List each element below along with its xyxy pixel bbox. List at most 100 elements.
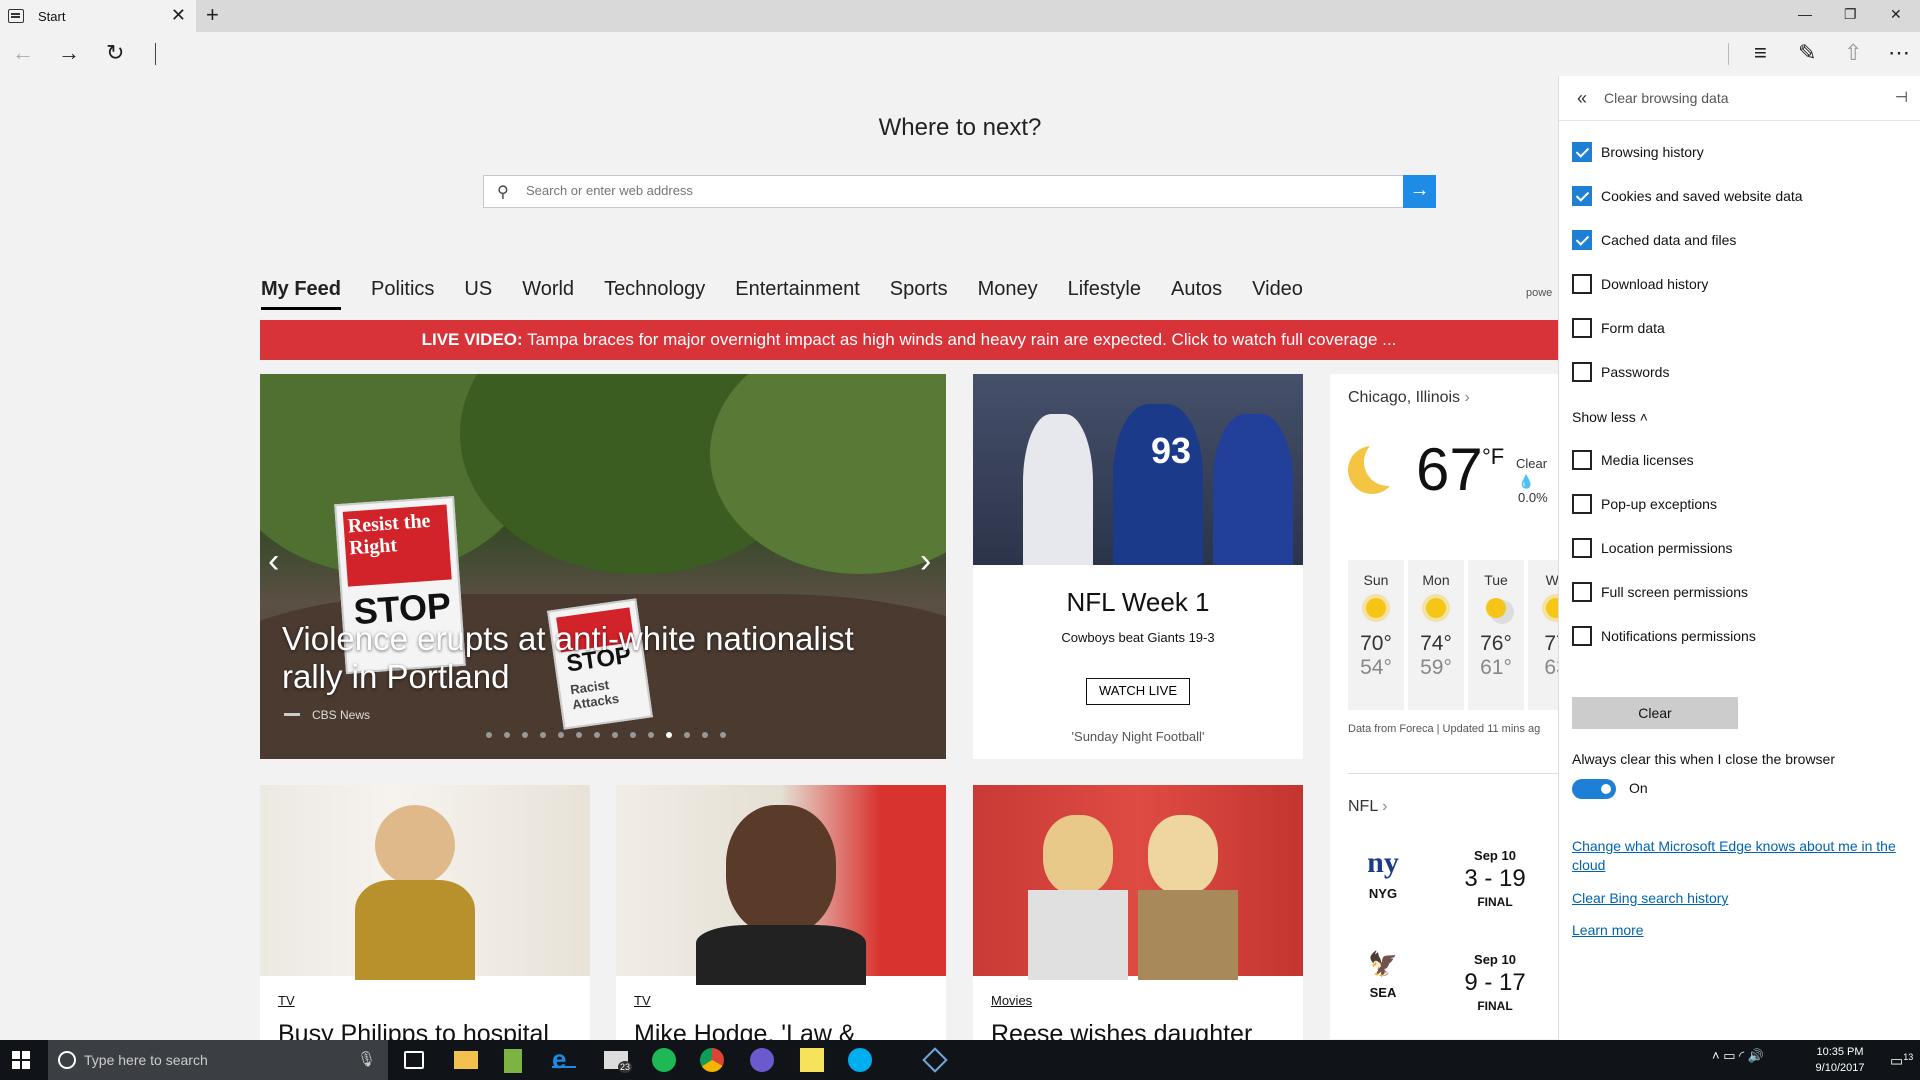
tab-us[interactable]: US bbox=[464, 278, 492, 312]
news-card[interactable]: TV Mike Hodge, 'Law & bbox=[616, 785, 946, 1040]
go-arrow-icon[interactable]: → bbox=[1403, 175, 1436, 208]
tab-start[interactable]: Start ✕ bbox=[0, 0, 196, 32]
card-category[interactable]: Movies bbox=[991, 993, 1032, 1008]
taskbar-search[interactable]: Type here to search 🎙 bbox=[48, 1040, 388, 1080]
microphone-icon[interactable]: 🎙 bbox=[357, 1050, 376, 1068]
game-score[interactable]: Sep 10 3 - 19 FINAL bbox=[1440, 848, 1550, 909]
back-chevron-icon[interactable]: « bbox=[1577, 88, 1587, 109]
clock[interactable]: 10:35 PM 9/10/2017 bbox=[1800, 1044, 1880, 1076]
tab-lifestyle[interactable]: Lifestyle bbox=[1068, 278, 1141, 312]
card-category[interactable]: TV bbox=[634, 993, 651, 1008]
option-fullscreen-permissions[interactable]: Full screen permissions bbox=[1572, 581, 1748, 603]
carousel-dot[interactable] bbox=[684, 732, 690, 738]
carousel-dot[interactable] bbox=[702, 732, 708, 738]
checkbox[interactable] bbox=[1572, 230, 1592, 250]
file-explorer-icon[interactable] bbox=[454, 1051, 478, 1069]
chrome-icon[interactable] bbox=[700, 1048, 724, 1072]
always-clear-toggle[interactable] bbox=[1572, 779, 1616, 799]
task-view-icon[interactable] bbox=[404, 1051, 424, 1069]
search-input[interactable] bbox=[524, 182, 1374, 199]
system-tray[interactable]: ˄ ▭ ◜ 🔊 bbox=[1712, 1048, 1764, 1064]
show-less-toggle[interactable]: Show less ˄ bbox=[1572, 409, 1648, 425]
tab-technology[interactable]: Technology bbox=[604, 278, 705, 312]
team-seahawks[interactable]: 🦅 SEA bbox=[1348, 950, 1418, 1000]
search-box[interactable]: ⚲ → bbox=[483, 175, 1436, 208]
forecast-day[interactable]: Tue 76° 61° bbox=[1468, 560, 1524, 710]
carousel-next-icon[interactable]: › bbox=[920, 544, 931, 578]
carousel-dot[interactable] bbox=[504, 732, 510, 738]
carousel-prev-icon[interactable]: ‹ bbox=[268, 544, 279, 578]
clear-bing-history-link[interactable]: Clear Bing search history bbox=[1572, 889, 1902, 908]
web-note-icon[interactable]: ✎ bbox=[1798, 42, 1816, 64]
nfl-card[interactable]: 93 NFL Week 1 Cowboys beat Giants 19-3 W… bbox=[973, 374, 1303, 759]
carousel-dot[interactable] bbox=[630, 732, 636, 738]
carousel-dot[interactable] bbox=[720, 732, 726, 738]
clear-button[interactable]: Clear bbox=[1572, 697, 1738, 729]
hub-icon[interactable]: ≡ bbox=[1754, 42, 1767, 64]
checkbox[interactable] bbox=[1572, 142, 1592, 162]
option-popup-exceptions[interactable]: Pop-up exceptions bbox=[1572, 493, 1717, 515]
back-icon[interactable]: ← bbox=[12, 42, 34, 64]
forward-icon[interactable]: → bbox=[58, 42, 80, 64]
virtualbox-icon[interactable] bbox=[922, 1047, 948, 1073]
cloud-data-link[interactable]: Change what Microsoft Edge knows about m… bbox=[1572, 837, 1902, 875]
option-media-licenses[interactable]: Media licenses bbox=[1572, 449, 1694, 471]
option-passwords[interactable]: Passwords bbox=[1572, 361, 1669, 383]
team-giants[interactable]: ny NYG bbox=[1348, 846, 1418, 901]
carousel-dot[interactable] bbox=[522, 732, 528, 738]
news-card[interactable]: TV Busy Philipps to hospital bbox=[260, 785, 590, 1040]
notepad-icon[interactable] bbox=[504, 1049, 522, 1073]
checkbox[interactable] bbox=[1572, 362, 1592, 382]
refresh-icon[interactable]: ↻ bbox=[106, 42, 124, 64]
card-title[interactable]: Busy Philipps to hospital bbox=[278, 1020, 549, 1040]
option-form-data[interactable]: Form data bbox=[1572, 317, 1665, 339]
checkbox[interactable] bbox=[1572, 186, 1592, 206]
tab-money[interactable]: Money bbox=[978, 278, 1038, 312]
hero-carousel[interactable]: Resist the Right STOP STOP Racist Attack… bbox=[260, 374, 946, 759]
tab-politics[interactable]: Politics bbox=[371, 278, 434, 312]
spotify-icon[interactable] bbox=[652, 1048, 676, 1072]
tab-video[interactable]: Video bbox=[1252, 278, 1303, 312]
option-notifications-permissions[interactable]: Notifications permissions bbox=[1572, 625, 1756, 647]
carousel-dot[interactable] bbox=[486, 732, 492, 738]
checkbox[interactable] bbox=[1572, 494, 1592, 514]
checkbox[interactable] bbox=[1572, 450, 1592, 470]
new-tab-button[interactable]: + bbox=[206, 3, 219, 27]
card-title[interactable]: Mike Hodge, 'Law & bbox=[634, 1020, 856, 1040]
carousel-dot[interactable] bbox=[666, 732, 672, 738]
skype-icon[interactable] bbox=[848, 1048, 872, 1072]
tab-sports[interactable]: Sports bbox=[890, 278, 948, 312]
carousel-dot[interactable] bbox=[612, 732, 618, 738]
option-cookies[interactable]: Cookies and saved website data bbox=[1572, 185, 1803, 207]
pin-icon[interactable]: ⊣ bbox=[1895, 88, 1908, 106]
close-tab-icon[interactable]: ✕ bbox=[171, 6, 186, 24]
checkbox[interactable] bbox=[1572, 538, 1592, 558]
carousel-dot[interactable] bbox=[540, 732, 546, 738]
checkbox[interactable] bbox=[1572, 582, 1592, 602]
forecast-day[interactable]: Sun 70° 54° bbox=[1348, 560, 1404, 710]
option-cached-data[interactable]: Cached data and files bbox=[1572, 229, 1736, 251]
tab-world[interactable]: World bbox=[522, 278, 574, 312]
share-icon[interactable]: ⇧ bbox=[1844, 42, 1862, 64]
restore-icon[interactable]: ❐ bbox=[1844, 6, 1857, 23]
option-browsing-history[interactable]: Browsing history bbox=[1572, 141, 1704, 163]
weather-location[interactable]: Chicago, Illinois › bbox=[1348, 389, 1470, 407]
game-score[interactable]: Sep 10 9 - 17 FINAL bbox=[1440, 952, 1550, 1013]
news-card[interactable]: Movies Reese wishes daughter bbox=[973, 785, 1303, 1040]
tab-my-feed[interactable]: My Feed bbox=[261, 278, 342, 310]
carousel-dot[interactable] bbox=[648, 732, 654, 738]
checkbox[interactable] bbox=[1572, 626, 1592, 646]
hero-headline[interactable]: Violence erupts at anti-white nationalis… bbox=[282, 620, 902, 696]
action-center-icon[interactable]: ▭13 bbox=[1890, 1052, 1913, 1070]
card-title[interactable]: Reese wishes daughter bbox=[991, 1020, 1252, 1040]
forecast-day[interactable]: Mon 74° 59° bbox=[1408, 560, 1464, 710]
edge-icon[interactable]: e bbox=[552, 1044, 576, 1074]
learn-more-link[interactable]: Learn more bbox=[1572, 921, 1902, 940]
carousel-dot[interactable] bbox=[594, 732, 600, 738]
mail-icon[interactable]: 23 bbox=[604, 1051, 633, 1073]
windows-start-icon[interactable] bbox=[12, 1051, 30, 1069]
watch-live-button[interactable]: WATCH LIVE bbox=[1086, 678, 1190, 705]
close-window-icon[interactable]: ✕ bbox=[1890, 6, 1902, 23]
app-icon[interactable] bbox=[750, 1048, 774, 1072]
card-category[interactable]: TV bbox=[278, 993, 295, 1008]
